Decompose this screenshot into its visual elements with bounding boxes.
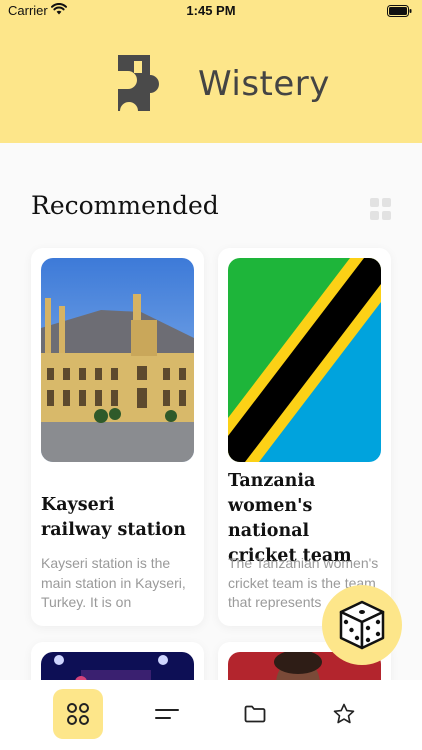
tab-collections[interactable]: [230, 689, 280, 739]
app-title: Wistery: [198, 64, 330, 104]
clock: 1:45 PM: [186, 3, 236, 18]
folder-icon: [244, 705, 266, 723]
battery-icon: [387, 5, 412, 17]
star-icon: [333, 703, 355, 724]
section-title: Recommended: [31, 191, 219, 220]
tab-favorites[interactable]: [319, 689, 369, 739]
status-bar: Carrier 1:45 PM: [0, 0, 422, 22]
railway-station-image: [41, 258, 194, 462]
tab-list[interactable]: [142, 689, 192, 739]
article-card[interactable]: Kayseri railway station Kayseri station …: [31, 248, 204, 626]
random-article-button[interactable]: [322, 585, 402, 665]
puzzle-logo-icon: [118, 55, 159, 111]
article-card[interactable]: Tanzania women's national cricket team T…: [218, 248, 391, 626]
app-header: Carrier 1:45 PM Wistery: [0, 0, 422, 143]
layout-toggle-icon[interactable]: [370, 198, 392, 220]
tanzania-flag-image: [228, 258, 381, 462]
card-title: Kayseri railway station: [41, 495, 186, 540]
tab-discover[interactable]: [53, 689, 103, 739]
grid-icon: [67, 703, 89, 725]
tab-bar: [0, 680, 422, 750]
card-description: Kayseri station is the main station in K…: [41, 555, 186, 610]
dice-icon: [339, 600, 385, 650]
list-icon: [155, 709, 179, 719]
